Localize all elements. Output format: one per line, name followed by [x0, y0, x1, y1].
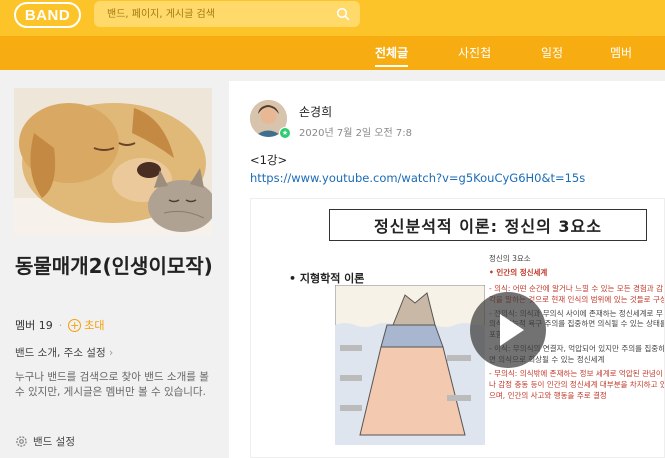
band-settings-label: 밴드 설정 — [33, 436, 75, 448]
tab-bar: 전체글 사진첩 일정 멤버 — [0, 36, 665, 70]
tab-photos[interactable]: 사진첩 — [458, 44, 491, 61]
tab-members[interactable]: 멤버 — [610, 44, 632, 61]
post-text: <1강> — [250, 153, 288, 167]
band-cover-image[interactable] — [14, 88, 212, 236]
top-bar: BAND — [0, 0, 665, 36]
search-input[interactable] — [94, 1, 334, 27]
tab-calendar[interactable]: 일정 — [541, 44, 563, 61]
slide-section: • 인간의 정신세계 — [489, 267, 548, 277]
slide-subtitle: • 지형학적 이론 — [289, 272, 365, 285]
search-icon[interactable] — [336, 7, 350, 21]
gear-icon — [16, 436, 27, 447]
member-row: 멤버 19 · + 초대 — [15, 317, 105, 333]
band-intro-settings-link[interactable]: 밴드 소개, 주소 설정 › — [15, 345, 113, 360]
band-name: 동물매개2(인생이모작) — [15, 254, 213, 278]
band-logo[interactable]: BAND — [14, 2, 81, 28]
chevron-right-icon: › — [108, 347, 114, 359]
search-box[interactable] — [94, 1, 360, 27]
plus-icon: + — [68, 318, 82, 332]
band-settings-button[interactable]: 밴드 설정 — [15, 434, 75, 449]
slide-item: - 무의식: 의식밖에 존재하는 정보 세계로 억압된 관념이나 감정 충동 등… — [489, 368, 665, 400]
post-author[interactable]: 손경희 — [299, 103, 332, 120]
invite-label: 초대 — [84, 319, 105, 332]
tab-all-posts[interactable]: 전체글 — [375, 44, 409, 67]
band-description: 누구나 밴드를 검색으로 찾아 밴드 소개를 볼 수 있지만, 게시글은 멤버만… — [15, 371, 209, 399]
leader-badge-icon: ★ — [279, 127, 291, 139]
post-card: ★ 손경희 2020년 7월 2일 오전 7:8 <1강> https://ww… — [229, 81, 665, 458]
iceberg-diagram — [335, 285, 485, 445]
member-count[interactable]: 멤버 19 — [15, 317, 53, 333]
post-date: 2020년 7월 2일 오전 7:8 — [299, 128, 412, 139]
separator-dot: · — [58, 318, 63, 332]
video-embed[interactable]: 정신분석적 이론: 정신의 3요소 • 지형학적 이론 정신의 3요소 • 인간… — [250, 198, 665, 458]
youtube-link[interactable]: https://www.youtube.com/watch?v=g5KouCyG… — [250, 171, 585, 185]
slide-title: 정신분석적 이론: 정신의 3요소 — [329, 209, 647, 241]
play-button-icon[interactable] — [470, 292, 546, 368]
slide-heading: 정신의 3요소 — [489, 254, 531, 263]
invite-button[interactable]: + 초대 — [68, 317, 105, 333]
band-sidebar: 동물매개2(인생이모작) 멤버 19 · + 초대 밴드 소개, 주소 설정 ›… — [0, 70, 228, 458]
